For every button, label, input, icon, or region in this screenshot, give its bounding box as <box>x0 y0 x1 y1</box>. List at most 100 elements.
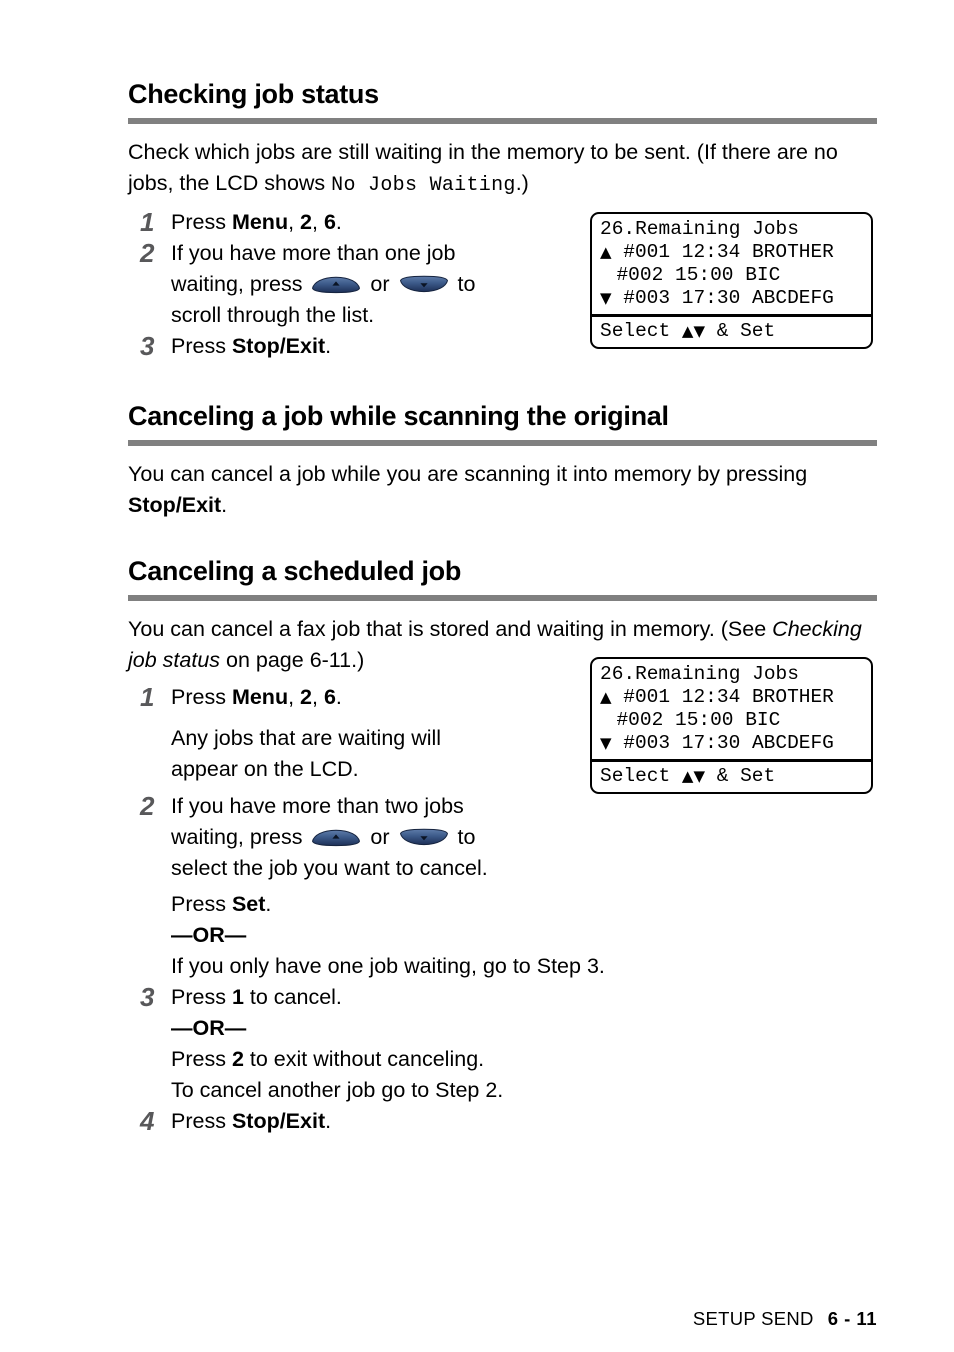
or-divider: —OR— <box>171 1013 877 1044</box>
step-line-a: waiting, press <box>171 825 309 849</box>
step-line-b: to exit without canceling. <box>243 1047 485 1071</box>
step-line: waiting, press or to <box>171 822 877 853</box>
lcd-job-text: #001 12:34 BROTHER <box>611 686 834 708</box>
scroll-down-key-icon <box>399 275 449 294</box>
separator: , <box>288 210 301 234</box>
stop-exit-key-label: Stop/Exit <box>128 493 222 517</box>
scroll-up-key-icon <box>311 275 361 294</box>
step-number: 2 <box>140 238 155 268</box>
lcd-status-text-a: Select <box>600 319 682 342</box>
lcd-job-text: #003 17:30 ABCDEFG <box>611 287 834 309</box>
lcd-job-text: #003 17:30 ABCDEFG <box>611 732 834 754</box>
key-2-label: 2 <box>300 685 312 709</box>
manual-page: Checking job status Check which jobs are… <box>0 0 954 1352</box>
lcd-message-inline: No Jobs Waiting <box>331 174 516 197</box>
step-2: 2 If you have more than two jobs waiting… <box>128 791 877 982</box>
period: . <box>325 1109 332 1133</box>
lcd-status-text-a: Select <box>600 764 682 787</box>
body-text-a: You can cancel a job while you are scann… <box>128 462 808 486</box>
scroll-up-key-icon <box>311 828 361 847</box>
step-number: 1 <box>140 682 155 712</box>
step-line: Press Set. <box>171 889 877 920</box>
step-line-b: to <box>451 825 476 849</box>
period: . <box>325 334 332 358</box>
section-2-heading: Canceling a job while scanning the origi… <box>128 401 669 431</box>
lcd-job-text: #002 15:00 BIC <box>604 264 781 286</box>
period: . <box>335 685 342 709</box>
footer-page-number: 6 - 11 <box>827 1308 877 1329</box>
stop-exit-key-label: Stop/Exit <box>231 334 326 358</box>
lcd-status-bar: Select ▲▼ & Set <box>592 317 871 347</box>
step-line: Press 1 to cancel. <box>171 982 877 1013</box>
step-text: If you have more than two jobs waiting, … <box>166 791 877 982</box>
scroll-up-indicator-icon: ▲ <box>600 688 612 706</box>
press-label: Press <box>171 685 232 709</box>
lcd-line-job-1: ▲ #001 12:34 BROTHER <box>600 241 871 264</box>
heading-divider <box>128 440 877 446</box>
step-line: To cancel another job go to Step 2. <box>171 1078 504 1102</box>
or-divider-label: —OR— <box>171 1016 247 1040</box>
scroll-up-indicator-icon: ▲ <box>600 243 612 261</box>
step-number: 1 <box>140 207 155 237</box>
lcd-status-text-b: & Set <box>705 764 776 787</box>
heading-divider <box>128 118 877 124</box>
lcd-status-text-b: & Set <box>705 319 776 342</box>
step-number: 4 <box>140 1106 155 1136</box>
press-label: Press <box>171 892 232 916</box>
stop-exit-key-label: Stop/Exit <box>231 1109 326 1133</box>
separator: , <box>288 685 301 709</box>
section-1-intro: Check which jobs are still waiting in th… <box>128 137 877 201</box>
menu-key-label: Menu <box>231 685 289 709</box>
scroll-down-indicator-icon: ▼ <box>600 289 612 307</box>
press-label: Press <box>171 210 232 234</box>
step-number: 3 <box>140 331 155 361</box>
step-number: 2 <box>140 791 155 821</box>
or-label: or <box>364 825 396 849</box>
period: . <box>265 892 272 916</box>
lcd-line-title: 26.Remaining Jobs <box>600 663 799 685</box>
page-footer: SETUP SEND 6 - 11 <box>693 1308 877 1330</box>
lcd-line-job-3: ▼ #003 17:30 ABCDEFG <box>600 287 871 310</box>
step-line: If you only have one job waiting, go to … <box>171 954 605 978</box>
lcd-rows: 26.Remaining Jobs ▲ #001 12:34 BROTHER #… <box>592 214 871 312</box>
lcd-line-job-1: ▲ #001 12:34 BROTHER <box>600 686 871 709</box>
step-line-b: to <box>451 272 476 296</box>
period: . <box>335 210 342 234</box>
or-label: or <box>364 272 396 296</box>
updown-arrows-icon: ▲▼ <box>681 766 705 785</box>
step-line-b: to cancel. <box>243 985 342 1009</box>
section-2-body: You can cancel a job while you are scann… <box>128 459 877 521</box>
step-4: 4 Press Stop/Exit. <box>128 1106 877 1137</box>
menu-key-label: Menu <box>231 210 289 234</box>
key-1-label: 1 <box>231 985 244 1009</box>
step-3: 3 Press 1 to cancel. —OR— Press 2 to exi… <box>128 982 877 1106</box>
lcd-job-text: #001 12:34 BROTHER <box>611 241 834 263</box>
lcd-status-bar: Select ▲▼ & Set <box>592 762 871 792</box>
body-text-a: You can cancel a fax job that is stored … <box>128 617 773 641</box>
section-3-heading: Canceling a scheduled job <box>128 556 462 586</box>
page-title: Checking job status <box>128 79 379 109</box>
lcd-display-1: 26.Remaining Jobs ▲ #001 12:34 BROTHER #… <box>590 212 873 349</box>
scroll-down-key-icon <box>399 828 449 847</box>
press-label: Press <box>171 1047 232 1071</box>
lcd-line-title: 26.Remaining Jobs <box>600 218 799 240</box>
press-label: Press <box>171 985 232 1009</box>
key-2-label: 2 <box>231 1047 244 1071</box>
key-6-label: 6 <box>323 685 336 709</box>
period: . <box>221 493 228 517</box>
or-divider: —OR— <box>171 920 877 951</box>
key-6-label: 6 <box>323 210 336 234</box>
lcd-job-text: #002 15:00 BIC <box>604 709 781 731</box>
step-number: 3 <box>140 982 155 1012</box>
step-line: Press 2 to exit without canceling. <box>171 1044 877 1075</box>
step-text: Press Stop/Exit. <box>166 1106 877 1137</box>
step-line: If you have more than two jobs <box>171 794 464 818</box>
lcd-rows: 26.Remaining Jobs ▲ #001 12:34 BROTHER #… <box>592 659 871 757</box>
intro-text-b: .) <box>515 171 529 195</box>
lcd-display-2: 26.Remaining Jobs ▲ #001 12:34 BROTHER #… <box>590 657 873 794</box>
lcd-line-job-2: #002 15:00 BIC <box>600 709 871 732</box>
step-text: Press 1 to cancel. —OR— Press 2 to exit … <box>166 982 877 1106</box>
lcd-line-job-3: ▼ #003 17:30 ABCDEFG <box>600 732 871 755</box>
scroll-down-indicator-icon: ▼ <box>600 734 612 752</box>
heading-divider <box>128 595 877 601</box>
